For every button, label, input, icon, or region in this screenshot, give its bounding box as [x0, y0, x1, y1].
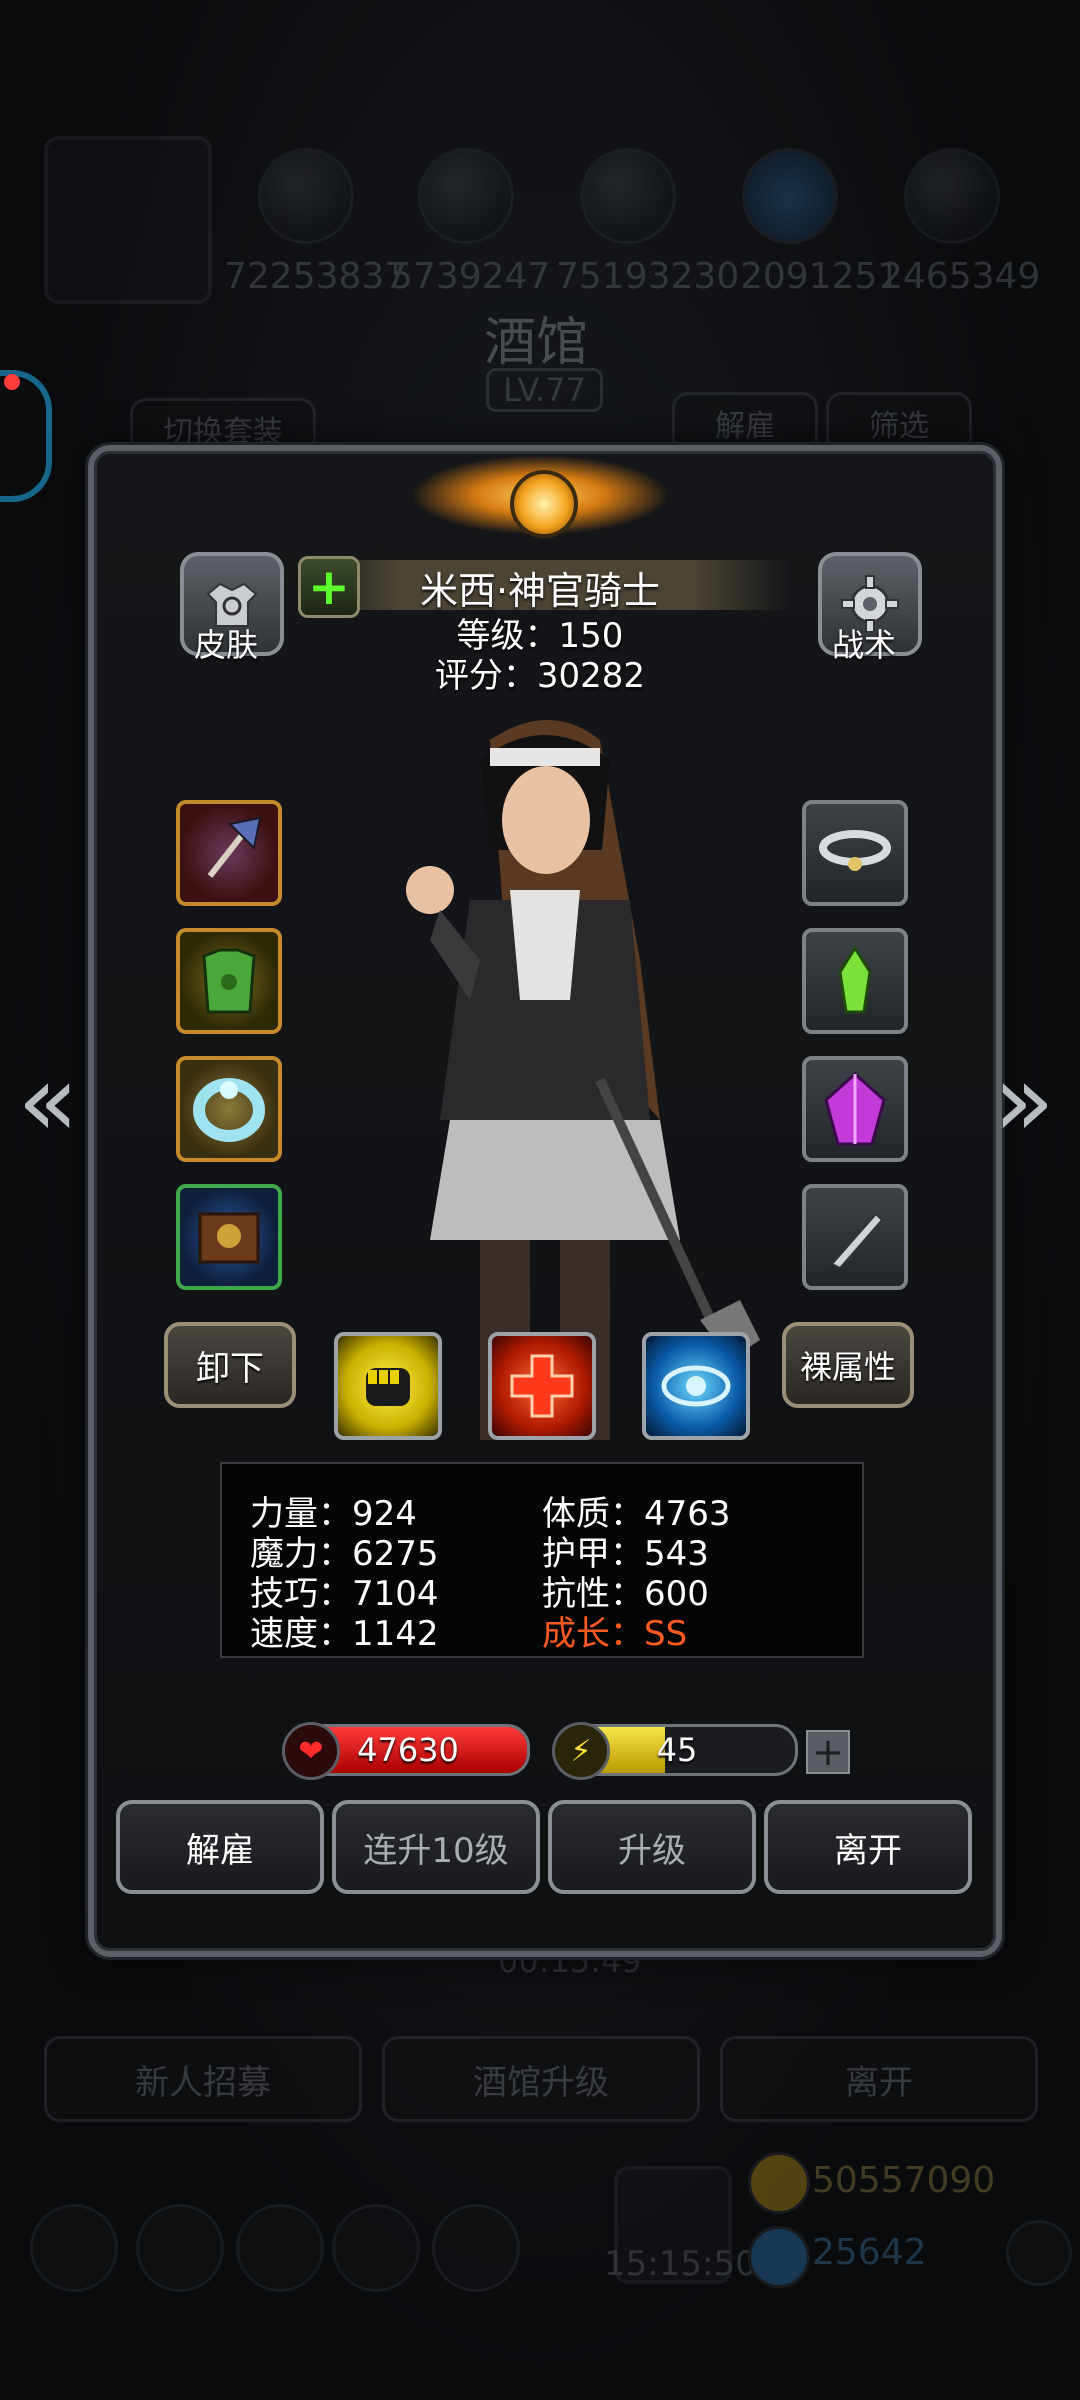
unequip-button[interactable]: 卸下	[164, 1322, 296, 1408]
bg-clock: 15:15:50	[604, 2244, 757, 2284]
equipment-slot-book[interactable]	[176, 1184, 282, 1290]
bg-level-badge: LV.77	[486, 368, 603, 412]
bg-menu-icon	[432, 2204, 520, 2292]
bg-gem-icon	[748, 2226, 810, 2288]
notification-dot	[4, 374, 20, 390]
bg-id-number: 2465349	[880, 256, 1041, 297]
hero-name: 米西·神官骑士	[419, 569, 661, 613]
bg-gold-amount: 50557090	[812, 2160, 996, 2201]
ring-icon	[193, 1078, 265, 1142]
bg-menu-icon	[236, 2204, 324, 2292]
dismiss-button[interactable]: 解雇	[116, 1800, 324, 1894]
necklace-icon	[819, 830, 891, 871]
eye-icon	[661, 1365, 731, 1407]
equipment-slot-weapon[interactable]	[176, 800, 282, 906]
leave-button[interactable]: 离开	[764, 1800, 972, 1894]
level-up-10-button[interactable]: 连升10级	[332, 1800, 540, 1894]
bg-gold-icon	[748, 2152, 810, 2214]
book-icon	[198, 1212, 260, 1264]
double-chevron-left-icon: «	[17, 1041, 79, 1159]
equipment-slot-necklace[interactable]	[802, 800, 908, 906]
dagger-icon	[830, 1212, 884, 1270]
heart-icon: ❤	[282, 1722, 340, 1780]
frame-crest-gem	[510, 470, 578, 538]
bg-category-icon	[258, 148, 354, 244]
bg-category-icon	[418, 148, 514, 244]
bg-id-number: 72253837	[224, 256, 408, 297]
stat-speed: 速度：1142	[250, 1614, 439, 1654]
bg-category-icon	[904, 148, 1000, 244]
gem-charm-icon	[838, 945, 872, 1014]
hero-score: 评分：30282	[434, 656, 646, 696]
bg-id-number: 2091251	[740, 256, 901, 297]
naked-stats-button[interactable]: 裸属性	[782, 1322, 914, 1408]
armor-icon	[202, 948, 256, 1014]
bg-portrait-slot	[44, 136, 212, 304]
bg-menu-icon	[136, 2204, 224, 2292]
level-up-button[interactable]: 升级	[548, 1800, 756, 1894]
stats-panel: 力量：924 魔力：6275 技巧：7104 速度：1142 体质：4763 护…	[220, 1462, 864, 1658]
lightning-icon: ⚡	[552, 1722, 610, 1780]
equipment-slot-armor[interactable]	[176, 928, 282, 1034]
skill-slot-fist[interactable]	[334, 1332, 442, 1440]
add-energy-button[interactable]: +	[806, 1730, 850, 1774]
bg-category-icon	[580, 148, 676, 244]
bg-menu-icon	[30, 2204, 118, 2292]
equipment-slot-charm[interactable]	[802, 928, 908, 1034]
bg-menu-icon	[332, 2204, 420, 2292]
crystal-icon	[824, 1071, 886, 1146]
next-hero-arrow[interactable]: »	[993, 1040, 1055, 1160]
bg-id-number: 5739247	[390, 256, 551, 297]
bg-category-icon	[742, 148, 838, 244]
bg-recruit-button: 新人招募	[44, 2036, 362, 2122]
side-widget[interactable]	[0, 370, 52, 502]
skill-slot-eye[interactable]	[642, 1332, 750, 1440]
equipment-slot-ring[interactable]	[176, 1056, 282, 1162]
previous-hero-arrow[interactable]: «	[17, 1040, 79, 1160]
red-cross-icon	[510, 1354, 574, 1418]
bg-leave-button: 离开	[720, 2036, 1038, 2122]
stat-growth: 成长：SS	[542, 1614, 688, 1654]
double-chevron-right-icon: »	[993, 1041, 1055, 1159]
bg-upgrade-tavern-button: 酒馆升级	[382, 2036, 700, 2122]
equipment-slot-dagger[interactable]	[802, 1184, 908, 1290]
plus-icon: +	[812, 1730, 844, 1774]
fist-icon	[366, 1368, 410, 1406]
equipment-slot-crystal[interactable]	[802, 1056, 908, 1162]
bg-id-number: 75193230	[556, 256, 740, 297]
skill-slot-heal[interactable]	[488, 1332, 596, 1440]
bg-gem-amount: 25642	[812, 2232, 927, 2273]
bg-add-icon	[1006, 2220, 1072, 2286]
axe-icon	[207, 816, 262, 878]
bg-tavern-title: 酒馆	[484, 313, 589, 373]
